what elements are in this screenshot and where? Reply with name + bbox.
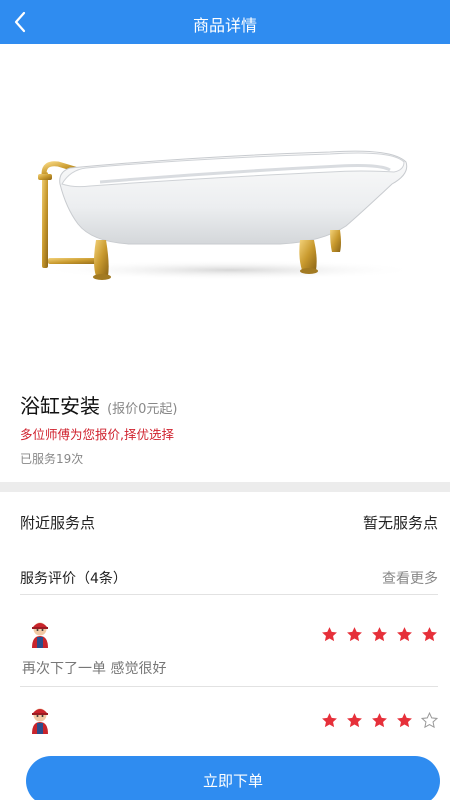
product-info: 浴缸安装 (报价0元起) 多位师傅为您报价,择优选择 已服务19次 (0, 378, 450, 482)
star-filled-icon (397, 627, 412, 642)
star-filled-icon (372, 627, 387, 642)
bathtub-image (38, 150, 420, 280)
star-filled-icon (347, 713, 362, 728)
product-name: 浴缸安装 (20, 394, 100, 418)
star-filled-icon (347, 627, 362, 642)
rating-stars (321, 712, 438, 729)
reviews-header: 服务评价（4条） 查看更多 (20, 568, 438, 588)
review-comment: 再次下了一单 感觉很好 (22, 661, 167, 677)
order-now-button[interactable]: 立即下单 (26, 756, 440, 800)
star-empty-icon (421, 712, 438, 729)
product-image (0, 44, 450, 378)
page-title: 商品详情 (192, 16, 257, 35)
section-divider (0, 482, 450, 492)
review-item: 再次下了一单 感觉很好 (20, 620, 438, 684)
top-nav-bar: 商品详情 (0, 0, 450, 44)
divider (20, 594, 438, 595)
nearby-service-label: 附近服务点 (20, 514, 96, 532)
divider (20, 686, 438, 687)
bottom-bar: 立即下单 (0, 742, 450, 800)
star-filled-icon (422, 627, 437, 642)
product-title-line: 浴缸安装 (报价0元起) (20, 390, 178, 419)
avatar-icon (32, 622, 48, 648)
view-more-link[interactable]: 查看更多 (382, 568, 438, 588)
price-note: (报价0元起) (107, 402, 178, 417)
reviews-title: 服务评价（4条） (20, 571, 127, 587)
star-filled-icon (372, 713, 387, 728)
rating-stars (321, 626, 438, 643)
star-filled-icon (322, 713, 337, 728)
star-filled-icon (322, 627, 337, 642)
nearby-service-value: 暂无服务点 (362, 514, 438, 532)
avatar-icon (32, 708, 48, 734)
review-item (20, 706, 438, 742)
served-count: 已服务19次 (20, 452, 84, 466)
quote-tip: 多位师傅为您报价,择优选择 (20, 427, 174, 442)
star-filled-icon (397, 713, 412, 728)
nearby-service-row: 附近服务点 暂无服务点 (20, 512, 438, 533)
